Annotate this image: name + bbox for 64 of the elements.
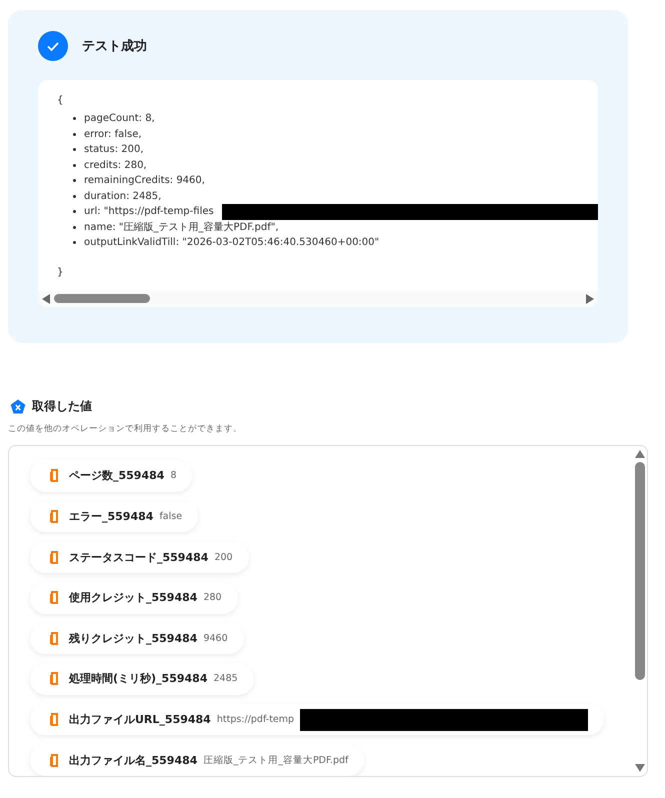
bullet-icon: [73, 164, 76, 167]
value-text: https://pdf-temp: [216, 714, 294, 726]
value-text: false: [159, 510, 182, 522]
section-title: 取得した値: [32, 398, 92, 415]
horizontal-scrollbar[interactable]: [38, 290, 598, 307]
code-text: {: [57, 94, 64, 108]
value-chip[interactable]: 出力ファイル名_559484 圧縮版_テスト用_容量大PDF.pdf: [30, 744, 364, 776]
value-text: 圧縮版_テスト用_容量大PDF.pdf: [203, 754, 348, 767]
value-name: 使用クレジット_559484: [69, 590, 198, 606]
scroll-down-icon[interactable]: [635, 764, 645, 772]
code-text: name: "圧縮版_テスト用_容量大PDF.pdf",: [84, 220, 279, 235]
bullet-icon: [73, 194, 76, 198]
value-chip[interactable]: 残りクレジット_559484 9460: [30, 622, 244, 654]
value-chip[interactable]: ページ数_559484 8: [30, 460, 192, 492]
section-description: この値を他のオペレーションで利用することができます。: [8, 423, 243, 435]
value-name: ページ数_559484: [69, 468, 164, 484]
code-text: status: 200,: [84, 143, 144, 158]
bullet-icon: [73, 241, 76, 244]
document-icon: [50, 713, 59, 726]
value-text: 200: [214, 552, 233, 563]
bullet-icon: [73, 117, 76, 120]
document-icon: [50, 510, 59, 523]
result-title: テスト成功: [82, 38, 147, 55]
scroll-left-icon[interactable]: [42, 294, 50, 304]
value-chip[interactable]: エラー_559484 false: [30, 500, 198, 532]
value-name: 処理時間(ミリ秒)_559484: [69, 671, 208, 686]
document-icon: [50, 754, 59, 767]
bullet-icon: [73, 132, 76, 136]
value-chip[interactable]: 処理時間(ミリ秒)_559484 2485: [30, 663, 254, 695]
bullet-icon: [73, 226, 76, 229]
bullet-icon: [73, 148, 76, 152]
document-icon: [50, 591, 59, 604]
code-text: }: [57, 266, 64, 280]
value-name: 出力ファイルURL_559484: [69, 712, 211, 728]
bullet-icon: [73, 210, 76, 214]
code-text: credits: 280,: [84, 158, 147, 173]
code-text: outputLinkValidTill: "2026-03-02T05:46:40.530460+00:00": [84, 236, 380, 250]
code-text: error: false,: [84, 128, 142, 142]
value-chip[interactable]: ステータスコード_559484 200: [30, 541, 249, 573]
check-icon: [38, 31, 68, 61]
value-text: 8: [170, 470, 176, 482]
value-text: 9460: [203, 632, 228, 644]
value-name: ステータスコード_559484: [69, 550, 208, 565]
code-text: pageCount: 8,: [84, 112, 155, 126]
document-icon: [50, 469, 59, 482]
value-chip[interactable]: 使用クレジット_559484 280: [30, 582, 238, 614]
pentagon-icon: [10, 398, 26, 414]
code-text: url: "https://pdf-temp-files: [84, 205, 214, 220]
scrollbar-thumb[interactable]: [635, 462, 645, 680]
value-name: 出力ファイル名_559484: [69, 752, 198, 768]
scrollbar-thumb[interactable]: [54, 294, 150, 303]
value-text: 2485: [213, 673, 238, 684]
scroll-right-icon[interactable]: [586, 294, 594, 304]
scroll-up-icon[interactable]: [635, 450, 645, 458]
value-name: エラー_559484: [69, 508, 154, 524]
value-chip[interactable]: 出力ファイルURL_559484 https://pdf-temp: [30, 704, 604, 736]
bullet-icon: [73, 179, 76, 182]
code-text: remainingCredits: 9460,: [84, 174, 205, 188]
document-icon: [50, 550, 59, 564]
value-name: 残りクレジット_559484: [69, 630, 198, 646]
document-icon: [50, 672, 59, 686]
value-text: 280: [203, 592, 222, 604]
document-icon: [50, 632, 59, 645]
code-text: duration: 2485,: [84, 190, 162, 204]
